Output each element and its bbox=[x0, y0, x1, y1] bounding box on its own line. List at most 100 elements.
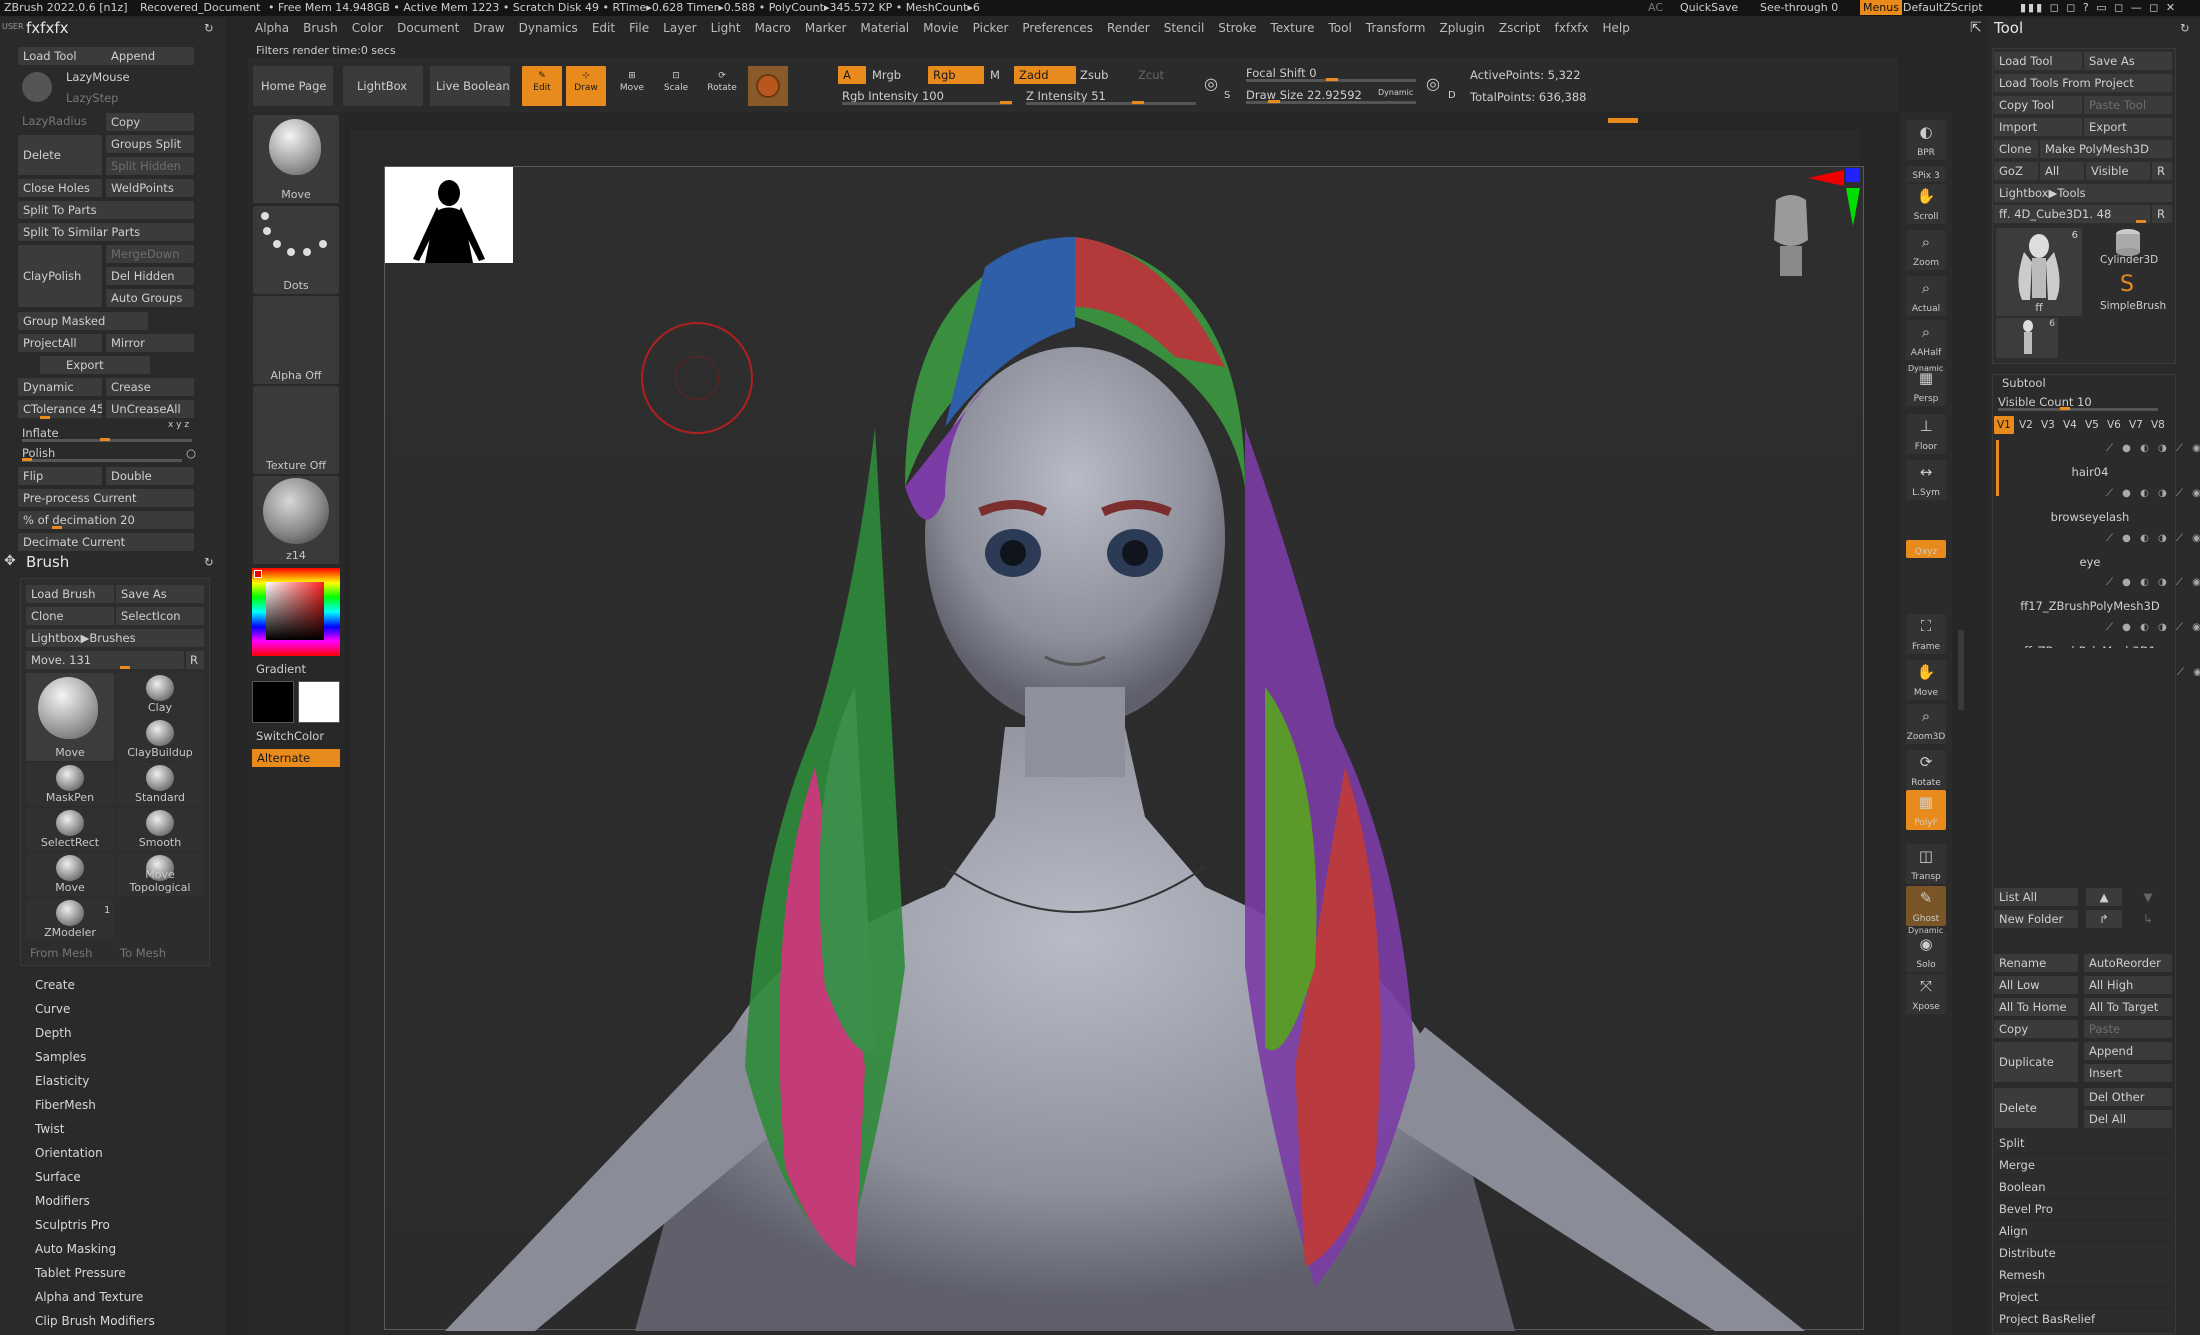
menu-zplugin[interactable]: Zplugin bbox=[1433, 17, 1492, 41]
brush-claybuildup[interactable]: ClayBuildup bbox=[116, 718, 204, 761]
subtool-menu-split[interactable]: Split bbox=[1994, 1134, 2172, 1152]
subtool-menu-align[interactable]: Align bbox=[1994, 1222, 2172, 1240]
move-folder-icon[interactable]: ↱ bbox=[2086, 910, 2122, 928]
view-frame[interactable]: ⛶ Frame bbox=[1906, 614, 1946, 654]
brush-menu-sculptris-pro[interactable]: Sculptris Pro bbox=[35, 1218, 110, 1232]
brush-clay[interactable]: Clay bbox=[116, 673, 204, 716]
brush-slot-move[interactable]: Move bbox=[253, 115, 339, 203]
scale-mode-button[interactable]: ⊡ Scale bbox=[656, 66, 696, 106]
autoreorder-button[interactable]: AutoReorder bbox=[2084, 954, 2172, 972]
brush-smooth[interactable]: Smooth bbox=[116, 808, 204, 851]
draw-size-handle[interactable] bbox=[1268, 100, 1280, 103]
menu-material[interactable]: Material bbox=[853, 17, 916, 41]
xyz-label[interactable]: x y z bbox=[168, 420, 189, 430]
subtool-toggle-icons[interactable]: ⟋ ● ◐ ◑ ⟋ ◉ bbox=[2106, 577, 2200, 588]
menu-draw[interactable]: Draw bbox=[466, 17, 511, 41]
rename-button[interactable]: Rename bbox=[1994, 954, 2078, 972]
draw-mode-button[interactable]: ⊹ Draw bbox=[566, 66, 606, 106]
focal-s-icon[interactable]: ◎ bbox=[1204, 74, 1218, 93]
new-folder-button[interactable]: New Folder bbox=[1994, 910, 2078, 928]
color-picker[interactable] bbox=[252, 568, 340, 656]
crease-button[interactable]: Crease bbox=[106, 378, 194, 396]
mirror-button[interactable]: Mirror bbox=[106, 334, 194, 352]
projectall-button[interactable]: ProjectAll bbox=[18, 334, 102, 352]
quicksave-button[interactable]: QuickSave bbox=[1680, 1, 1738, 14]
list-all-button[interactable]: List All bbox=[1994, 888, 2078, 906]
mergedown-button[interactable]: MergeDown bbox=[106, 245, 194, 263]
draw-size-slider[interactable]: Draw Size 22.92592 bbox=[1246, 88, 1362, 102]
main-color-swatch[interactable] bbox=[252, 681, 294, 723]
view-transp[interactable]: ◫ Transp bbox=[1906, 844, 1946, 884]
subtool-menu-project[interactable]: Project bbox=[1994, 1288, 2172, 1306]
brush-menu-alpha-and-texture[interactable]: Alpha and Texture bbox=[35, 1290, 143, 1304]
clone-tool-button[interactable]: Clone bbox=[1994, 140, 2038, 158]
menu-brush[interactable]: Brush bbox=[296, 17, 345, 41]
view-scroll[interactable]: ✋ Scroll bbox=[1906, 184, 1946, 224]
version-v1[interactable]: V1 bbox=[1994, 416, 2014, 434]
lazystep-slider[interactable]: LazyStep bbox=[66, 91, 118, 105]
tool-pin-icon[interactable]: ⇱ bbox=[1970, 20, 1982, 36]
subtool-menu-project-basrelief[interactable]: Project BasRelief bbox=[1994, 1310, 2172, 1328]
subtool-row[interactable]: ⟋ ● ◐ ◑ ⟋ ◉ eye bbox=[2010, 529, 2200, 573]
subtool-menu-distribute[interactable]: Distribute bbox=[1994, 1244, 2172, 1262]
goz-r-button[interactable]: R bbox=[2152, 162, 2172, 180]
brush-menu-clip-brush-modifiers[interactable]: Clip Brush Modifiers bbox=[35, 1314, 155, 1328]
split-to-parts-button[interactable]: Split To Parts bbox=[18, 201, 194, 219]
from-mesh-button[interactable]: From Mesh bbox=[30, 946, 92, 960]
brush-menu-depth[interactable]: Depth bbox=[35, 1026, 72, 1040]
tool-load-button[interactable]: Load Tool bbox=[1994, 52, 2082, 70]
window-controls[interactable]: ▮▮▮ ◻ ◻ ? ▭ ◻ — ◻ ✕ bbox=[2020, 1, 2177, 14]
brush-move-topological[interactable]: Move Topological bbox=[116, 853, 204, 896]
dynamic-size-toggle[interactable]: Dynamic bbox=[1378, 88, 1413, 97]
document-canvas[interactable] bbox=[384, 166, 1864, 1331]
close-holes-button[interactable]: Close Holes bbox=[18, 179, 102, 197]
visible-count-handle[interactable] bbox=[2060, 407, 2070, 410]
focal-shift-handle[interactable] bbox=[1326, 78, 1338, 81]
export-tool-button[interactable]: Export bbox=[2084, 118, 2172, 136]
group-masked-button[interactable]: Group Masked bbox=[18, 312, 148, 330]
zcut-toggle[interactable]: Zcut bbox=[1138, 68, 1164, 82]
split-similar-parts-button[interactable]: Split To Similar Parts bbox=[18, 223, 194, 241]
duplicate-button[interactable]: Duplicate bbox=[1994, 1042, 2078, 1082]
brush-maskpen[interactable]: MaskPen bbox=[26, 763, 114, 806]
view-spix-3[interactable]: SPix 3 bbox=[1906, 166, 1946, 182]
menu-picker[interactable]: Picker bbox=[966, 17, 1016, 41]
claypolish-button[interactable]: ClayPolish bbox=[18, 245, 102, 307]
subtool-row[interactable]: ⟋ ● ◐ ◑ ⟋ ◉ browseyelash bbox=[2010, 484, 2200, 528]
right-splitter[interactable] bbox=[1958, 630, 1964, 710]
goz-all-button[interactable]: All bbox=[2040, 162, 2084, 180]
brush-menu-surface[interactable]: Surface bbox=[35, 1170, 81, 1184]
menu-file[interactable]: File bbox=[622, 17, 656, 41]
menu-dynamics[interactable]: Dynamics bbox=[512, 17, 585, 41]
brush-menu-curve[interactable]: Curve bbox=[35, 1002, 70, 1016]
subtool-toggle-icons[interactable]: ⟋ ● ◐ ◑ ⟋ ◉ bbox=[2106, 488, 2200, 499]
brush-menu-fibermesh[interactable]: FiberMesh bbox=[35, 1098, 96, 1112]
brush-menu-tablet-pressure[interactable]: Tablet Pressure bbox=[35, 1266, 126, 1280]
del-hidden-button[interactable]: Del Hidden bbox=[106, 267, 194, 285]
menu-document[interactable]: Document bbox=[390, 17, 466, 41]
m-toggle[interactable]: M bbox=[990, 68, 1000, 82]
decimation-slider[interactable]: % of decimation 20 bbox=[18, 511, 194, 529]
version-v8[interactable]: V8 bbox=[2148, 416, 2168, 434]
material-swatch-button[interactable] bbox=[748, 66, 788, 106]
polish-handle[interactable] bbox=[22, 458, 32, 461]
menu-transform[interactable]: Transform bbox=[1359, 17, 1433, 41]
zadd-toggle[interactable]: Zadd bbox=[1014, 66, 1076, 84]
inflate-slider[interactable]: Inflate bbox=[22, 426, 59, 440]
subtool-menu-merge[interactable]: Merge bbox=[1994, 1156, 2172, 1174]
menu-light[interactable]: Light bbox=[704, 17, 748, 41]
default-zscript-button[interactable]: DefaultZScript bbox=[1903, 1, 1983, 14]
version-v4[interactable]: V4 bbox=[2060, 416, 2080, 434]
menu-zscript[interactable]: Zscript bbox=[1492, 17, 1548, 41]
focal-d-icon[interactable]: ◎ bbox=[1426, 74, 1440, 93]
tool-thumb-small[interactable]: 6 bbox=[1996, 318, 2058, 358]
decimate-current-button[interactable]: Decimate Current bbox=[18, 533, 194, 551]
brush-menu-twist[interactable]: Twist bbox=[35, 1122, 64, 1136]
brush-zmodeler[interactable]: ZModeler bbox=[26, 898, 114, 941]
alpha-slot[interactable]: Alpha Off bbox=[253, 296, 339, 384]
lightbox-button[interactable]: LightBox bbox=[343, 66, 423, 106]
append-button[interactable]: Append bbox=[106, 47, 194, 65]
version-v5[interactable]: V5 bbox=[2082, 416, 2102, 434]
gradient-toggle[interactable]: Gradient bbox=[256, 662, 306, 676]
view-qxyz[interactable]: Qxyz bbox=[1906, 540, 1946, 558]
